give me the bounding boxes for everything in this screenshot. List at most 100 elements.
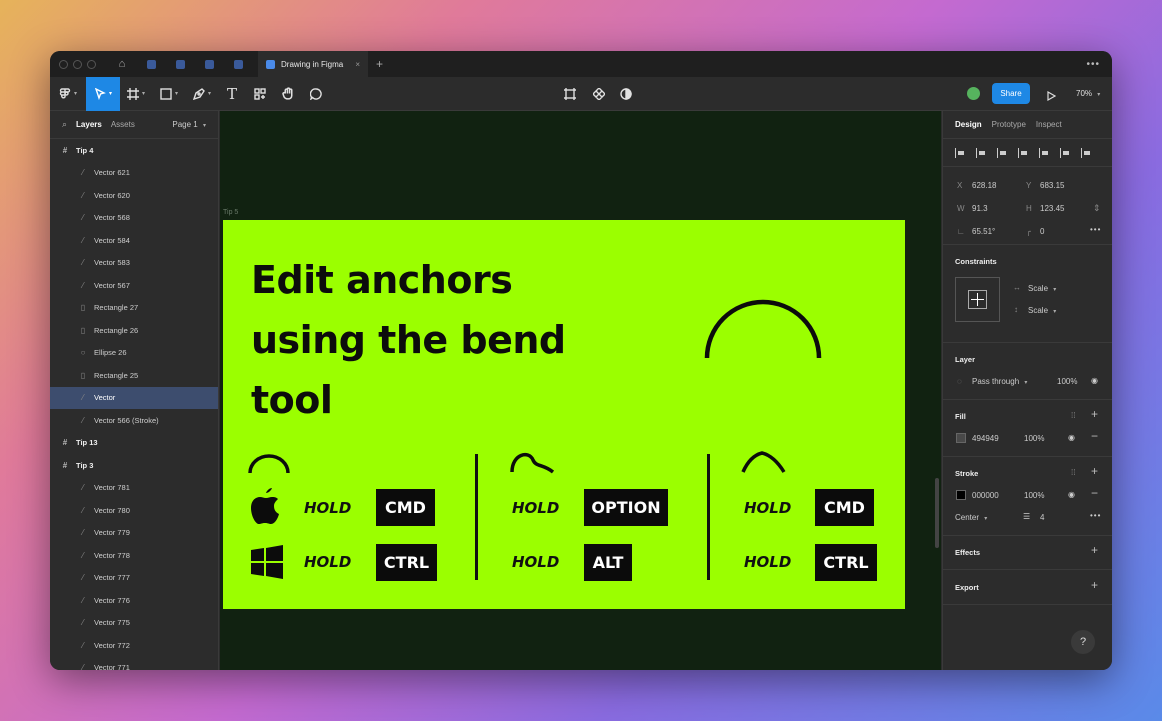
eye-icon[interactable]: ◉ [1068,490,1075,499]
layer-frame[interactable]: # Tip 13 [50,432,218,455]
layer-item[interactable]: ⁄ Vector 772 [50,634,218,657]
tab-assets[interactable]: Assets [111,120,135,129]
close-window-button[interactable] [59,59,68,69]
artboard-tip-5[interactable]: Edit anchors using the bend tool HOLD CM… [223,220,905,609]
y-field[interactable]: 683.15 [1040,181,1064,190]
share-button[interactable]: Share [992,83,1030,104]
layer-item[interactable]: ⁄ Vector 583 [50,252,218,275]
layer-item[interactable]: ⁄ Vector 778 [50,544,218,567]
layer-item[interactable]: ⁄ Vector 779 [50,522,218,545]
layer-item[interactable]: ⁄ Vector 566 (Stroke) [50,409,218,432]
headline[interactable]: Edit anchors using the bend tool [251,250,611,430]
layer-item[interactable]: ⁄ Vector 777 [50,567,218,590]
minimize-window-button[interactable] [73,59,82,69]
w-field[interactable]: 91.3 [972,204,988,213]
more-icon[interactable]: ••• [1086,59,1100,70]
styles-icon[interactable]: ⁞⁞ [1071,468,1075,477]
fill-opacity-field[interactable]: 100% [1024,434,1044,443]
layer-opacity-field[interactable]: 100% [1057,377,1077,386]
layer-item[interactable]: ⁄ Vector 584 [50,229,218,252]
remove-stroke-button[interactable]: − [1091,486,1098,500]
present-button[interactable] [1046,88,1057,106]
layer-frame[interactable]: # Tip 3 [50,454,218,477]
layer-item[interactable]: ⁄ Vector 771 [50,657,218,670]
layer-item[interactable]: ⁄ Vector 775 [50,612,218,635]
stroke-hex-field[interactable]: 000000 [972,491,999,500]
more-icon[interactable]: ••• [1090,225,1101,234]
vertical-constraint-dropdown[interactable]: Scale ▾ [1028,306,1056,315]
fill-swatch[interactable] [956,433,966,443]
help-button[interactable]: ? [1071,630,1095,654]
layer-item[interactable]: ⁄ Vector 780 [50,499,218,522]
fill-hex-field[interactable]: 494949 [972,434,999,443]
file-tab-3[interactable] [201,57,217,71]
eye-icon[interactable]: ◉ [1091,376,1098,385]
layer-item[interactable]: ⁄ Vector 776 [50,589,218,612]
new-tab-button[interactable]: + [376,57,383,71]
frame-label[interactable]: Tip 5 [223,209,238,216]
text-tool[interactable]: T [218,77,246,111]
resources-tool[interactable] [246,77,274,111]
crop-tool[interactable] [562,77,578,111]
close-tab-icon[interactable]: × [355,60,360,69]
canvas[interactable]: Tip 5 Edit anchors using the bend tool H… [220,111,941,670]
tab-layers[interactable]: Layers [76,120,102,129]
shape-tool[interactable]: ▾ [152,77,186,111]
add-fill-button[interactable]: + [1091,407,1098,421]
pen-tool[interactable]: ▾ [186,77,218,111]
vertical-scrollbar[interactable] [935,478,939,548]
layer-item[interactable]: ⁄ Vector 781 [50,477,218,500]
layer-item[interactable]: ⁄ Vector 621 [50,162,218,185]
styles-icon[interactable]: ⁞⁞ [1071,411,1075,420]
active-file-tab[interactable]: Drawing in Figma × [258,51,368,77]
file-tab-2[interactable] [172,57,188,71]
align-right-icon[interactable] [997,147,1007,158]
blend-mode-dropdown[interactable]: Pass through ▾ [972,377,1027,386]
align-center-h-icon[interactable] [976,147,986,158]
constrain-proportions-icon[interactable]: ⇕ [1093,203,1101,214]
add-export-button[interactable]: + [1091,578,1098,592]
corner-radius-field[interactable]: 0 [1040,227,1044,236]
main-menu-button[interactable]: ▾ [50,77,86,111]
rotation-field[interactable]: 65.51° [972,227,995,236]
avatar[interactable] [965,85,982,102]
distribute-icon[interactable] [1081,147,1091,158]
stroke-swatch[interactable] [956,490,966,500]
layer-item[interactable]: ○ Ellipse 26 [50,342,218,365]
layer-item[interactable]: ▯ Rectangle 26 [50,319,218,342]
layer-frame[interactable]: # Tip 4 [50,139,218,162]
layer-item[interactable]: ▯ Rectangle 27 [50,297,218,320]
eye-icon[interactable]: ◉ [1068,433,1075,442]
maximize-window-button[interactable] [87,59,96,69]
tab-inspect[interactable]: Inspect [1036,120,1062,129]
bend-arc-vector[interactable] [703,290,823,362]
frame-tool[interactable]: ▾ [120,77,152,111]
horizontal-constraint-dropdown[interactable]: Scale ▾ [1028,284,1056,293]
hand-tool[interactable] [274,77,302,111]
components-tool[interactable] [591,77,607,111]
search-icon[interactable]: ⌕ [62,119,67,130]
tab-prototype[interactable]: Prototype [992,120,1026,129]
zoom-dropdown[interactable]: 70% ▾ [1076,89,1100,98]
remove-fill-button[interactable]: − [1091,429,1098,443]
page-selector[interactable]: Page 1 ▾ [172,120,206,129]
stroke-opacity-field[interactable]: 100% [1024,491,1044,500]
constraint-widget[interactable] [955,277,1000,322]
move-tool[interactable]: ▾ [86,76,120,111]
mask-tool[interactable] [618,77,634,111]
stroke-align-dropdown[interactable]: Center ▾ [955,513,987,522]
file-tab-4[interactable] [230,57,246,71]
align-center-v-icon[interactable] [1039,147,1049,158]
layer-item[interactable]: ⁄ Vector 568 [50,207,218,230]
file-tab-1[interactable] [143,57,159,71]
layer-item[interactable]: ⁄ Vector 567 [50,274,218,297]
layer-item[interactable]: ▯ Rectangle 25 [50,364,218,387]
stroke-weight-field[interactable]: 4 [1040,513,1044,522]
layer-item[interactable]: ⁄ Vector 620 [50,184,218,207]
add-stroke-button[interactable]: + [1091,464,1098,478]
add-effect-button[interactable]: + [1091,543,1098,557]
layer-item[interactable]: ⁄ Vector [50,386,218,409]
x-field[interactable]: 628.18 [972,181,996,190]
home-icon[interactable]: ⌂ [114,56,130,72]
more-icon[interactable]: ••• [1090,511,1101,520]
